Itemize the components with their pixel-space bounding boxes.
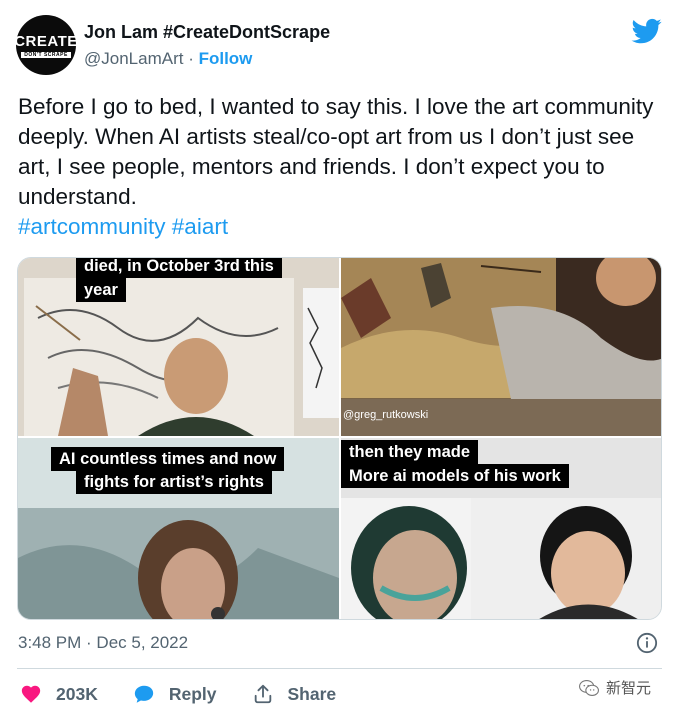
handle-separator: · — [183, 49, 199, 68]
divider — [17, 668, 662, 669]
watermark-text: 新智元 — [606, 680, 652, 697]
follow-button[interactable]: Follow — [199, 49, 253, 68]
caption-line-1: died, in October 3rd this — [76, 258, 282, 278]
caption-line-2: More ai models of his work — [341, 464, 569, 488]
display-name[interactable]: Jon Lam #CreateDontScrape — [84, 22, 330, 43]
heart-icon — [21, 685, 41, 703]
watermark: 新智元 — [578, 677, 651, 698]
avatar[interactable]: CREATE DON'T SCRAPE — [14, 15, 78, 75]
wechat-icon — [579, 679, 599, 696]
caption-line-1: then they made — [341, 440, 479, 464]
artist-painting-photo — [18, 258, 339, 436]
media-image-1[interactable]: died, in October 3rd this year — [18, 258, 339, 436]
tweet-body: Before I go to bed, I wanted to say this… — [18, 94, 654, 209]
tweet-hashtags[interactable]: #artcommunity #aiart — [18, 214, 228, 239]
reply-button[interactable]: Reply — [133, 683, 217, 705]
handle-line: @JonLamArt · Follow — [84, 49, 252, 69]
tweet-text: Before I go to bed, I wanted to say this… — [18, 92, 668, 242]
avatar-subtext: DON'T SCRAPE — [21, 51, 71, 58]
like-button[interactable]: 203K — [20, 683, 98, 705]
caption-line-2: fights for artist’s rights — [76, 470, 272, 494]
reply-bubble-icon — [134, 685, 154, 703]
share-icon — [254, 684, 271, 704]
avatar-text: CREATE — [14, 32, 78, 50]
reply-label: Reply — [168, 683, 217, 704]
media-image-3[interactable]: AI countless times and now fights for ar… — [18, 438, 339, 619]
caption-line-2: year — [76, 278, 126, 302]
share-button[interactable]: Share — [252, 683, 337, 705]
media-image-4[interactable]: then they made More ai models of his wor… — [341, 438, 661, 619]
like-count: 203K — [56, 683, 98, 704]
handle-overlay: @greg_rutkowski — [343, 409, 429, 421]
twitter-bird-icon[interactable] — [630, 16, 664, 46]
action-bar: 203K Reply Share — [20, 681, 371, 707]
info-icon[interactable] — [636, 632, 658, 654]
share-label: Share — [287, 683, 337, 704]
media-image-2[interactable]: @greg_rutkowski — [341, 258, 661, 436]
tweet-timestamp[interactable]: 3:48 PM · Dec 5, 2022 — [18, 633, 188, 653]
user-handle[interactable]: @JonLamArt — [84, 49, 183, 68]
media-grid: died, in October 3rd this year @greg_rut… — [17, 257, 662, 620]
caption-line-1: AI countless times and now — [51, 447, 285, 471]
